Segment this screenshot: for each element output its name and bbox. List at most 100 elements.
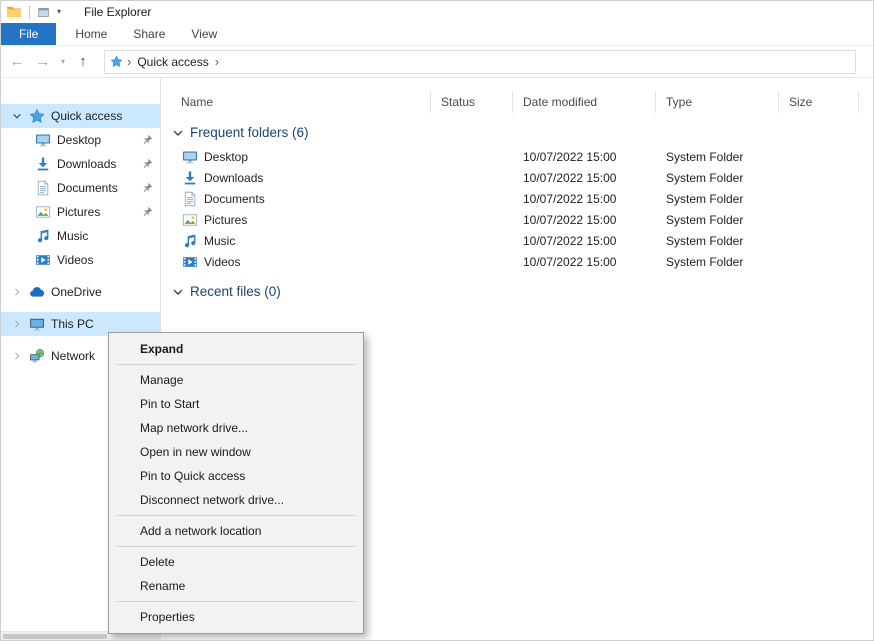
pin-icon	[140, 181, 154, 195]
menu-item-label: Pin to Quick access	[140, 469, 245, 483]
context-menu-item-properties[interactable]: Properties	[109, 605, 363, 629]
chevron-down-icon[interactable]	[9, 108, 25, 124]
breadcrumb-chevron-icon[interactable]: ›	[123, 55, 135, 68]
scrollbar-thumb[interactable]	[3, 634, 107, 639]
titlebar: ▾ File Explorer	[1, 1, 873, 23]
file-type: System Folder	[656, 192, 779, 206]
context-menu-item-delete[interactable]: Delete	[109, 550, 363, 574]
pin-icon	[140, 133, 154, 147]
qat-separator	[29, 6, 30, 19]
sidebar-item-desktop[interactable]: Desktop	[1, 128, 160, 152]
file-name: Videos	[204, 255, 240, 269]
chevron-right-icon[interactable]	[9, 284, 25, 300]
menu-item-label: Open in new window	[140, 445, 251, 459]
window-icon[interactable]	[37, 6, 50, 19]
group-header-recent-files-0[interactable]: Recent files (0)	[171, 284, 873, 299]
pin-icon	[140, 157, 154, 171]
file-row-desktop[interactable]: Desktop10/07/2022 15:00System Folder	[161, 146, 873, 167]
menu-separator	[117, 515, 355, 516]
context-menu-item-expand[interactable]: Expand	[109, 337, 363, 361]
column-header-type[interactable]: Type	[656, 91, 779, 113]
file-row-videos[interactable]: Videos 10/07/2022 15:00System Folder	[161, 251, 873, 272]
tab-view[interactable]: View	[178, 23, 230, 45]
arrow-up-icon[interactable]: ↑	[70, 54, 96, 69]
sidebar-item-label: OneDrive	[51, 285, 102, 299]
videos-icon	[182, 254, 198, 270]
chevron-right-icon[interactable]	[9, 316, 25, 332]
file-name: Downloads	[204, 171, 263, 185]
dropdown-icon[interactable]: ▾	[56, 57, 70, 66]
navigation-bar: ← → ▾ ↑ › Quick access ›	[1, 46, 873, 78]
downloads-icon	[182, 170, 198, 186]
breadcrumb-quick-access[interactable]: Quick access	[135, 55, 210, 69]
column-header-date-modified[interactable]: Date modified	[513, 91, 656, 113]
menu-separator	[117, 364, 355, 365]
chevron-right-icon[interactable]	[9, 348, 25, 364]
breadcrumb-chevron-icon[interactable]: ›	[211, 55, 223, 68]
context-menu-item-manage[interactable]: Manage	[109, 368, 363, 392]
context-menu-item-disconnect-network-drive[interactable]: Disconnect network drive...	[109, 488, 363, 512]
context-menu-item-map-network-drive[interactable]: Map network drive...	[109, 416, 363, 440]
chevron-down-icon[interactable]	[171, 126, 185, 140]
file-type: System Folder	[656, 255, 779, 269]
file-date-modified: 10/07/2022 15:00	[513, 255, 656, 269]
column-header-name[interactable]: Name	[161, 91, 431, 113]
documents-icon	[182, 191, 198, 207]
file-row-music[interactable]: Music10/07/2022 15:00System Folder	[161, 230, 873, 251]
tab-home[interactable]: Home	[62, 23, 120, 45]
file-date-modified: 10/07/2022 15:00	[513, 171, 656, 185]
arrow-left-icon[interactable]: ←	[4, 54, 30, 69]
window-title: File Explorer	[84, 5, 151, 19]
context-menu: Expand Manage Pin to StartMap network driv…	[108, 332, 364, 634]
address-bar[interactable]: › Quick access ›	[104, 50, 856, 74]
chevron-down-icon[interactable]	[171, 285, 185, 299]
pin-icon	[140, 205, 154, 219]
context-menu-item-rename[interactable]: Rename	[109, 574, 363, 598]
sidebar-item-downloads[interactable]: Downloads	[1, 152, 160, 176]
context-menu-item-pin-to-quick-access[interactable]: Pin to Quick access	[109, 464, 363, 488]
desktop-icon	[182, 149, 198, 165]
file-date-modified: 10/07/2022 15:00	[513, 213, 656, 227]
menu-item-label: Expand	[140, 342, 183, 356]
file-row-downloads[interactable]: Downloads10/07/2022 15:00System Folder	[161, 167, 873, 188]
sidebar-item-label: Quick access	[51, 109, 122, 123]
sidebar-item-label: This PC	[51, 317, 94, 331]
quick-access-icon	[110, 55, 123, 68]
column-header-size[interactable]: Size	[779, 91, 859, 113]
sidebar-item-label: Music	[57, 229, 88, 243]
sidebar-item-label: Pictures	[57, 205, 100, 219]
column-header-status[interactable]: Status	[431, 91, 513, 113]
file-row-documents[interactable]: Documents10/07/2022 15:00System Folder	[161, 188, 873, 209]
group-header-frequent-folders-6[interactable]: Frequent folders (6)	[171, 125, 873, 140]
menu-item-label: Rename	[140, 579, 185, 593]
folder-icon	[6, 4, 22, 20]
sidebar-item-quick-access[interactable]: Quick access	[1, 104, 160, 128]
context-menu-item-open-in-new-window[interactable]: Open in new window	[109, 440, 363, 464]
file-name: Music	[204, 234, 235, 248]
onedrive-icon	[29, 284, 45, 300]
menu-item-label: Manage	[140, 373, 183, 387]
sidebar-item-videos[interactable]: Videos	[1, 248, 160, 272]
group-label: Frequent folders (6)	[190, 125, 309, 140]
desktop-icon	[35, 132, 51, 148]
dropdown-icon[interactable]: ▾	[57, 8, 61, 16]
file-date-modified: 10/07/2022 15:00	[513, 150, 656, 164]
file-explorer-window: ▾ File Explorer File Home Share View ← →…	[0, 0, 874, 641]
file-date-modified: 10/07/2022 15:00	[513, 192, 656, 206]
sidebar-item-pictures[interactable]: Pictures	[1, 200, 160, 224]
tab-share[interactable]: Share	[120, 23, 178, 45]
network-icon	[29, 348, 45, 364]
sidebar-item-music[interactable]: Music	[1, 224, 160, 248]
sidebar-item-documents[interactable]: Documents	[1, 176, 160, 200]
sidebar-item-label: Network	[51, 349, 95, 363]
menu-item-label: Disconnect network drive...	[140, 493, 284, 507]
arrow-right-icon[interactable]: →	[30, 54, 56, 69]
sidebar-item-onedrive[interactable]: OneDrive	[1, 280, 160, 304]
context-menu-item-add-a-network-location[interactable]: Add a network location	[109, 519, 363, 543]
music-icon	[182, 233, 198, 249]
file-type: System Folder	[656, 234, 779, 248]
file-name: Desktop	[204, 150, 248, 164]
tab-file[interactable]: File	[1, 23, 56, 45]
context-menu-item-pin-to-start[interactable]: Pin to Start	[109, 392, 363, 416]
file-row-pictures[interactable]: Pictures10/07/2022 15:00System Folder	[161, 209, 873, 230]
